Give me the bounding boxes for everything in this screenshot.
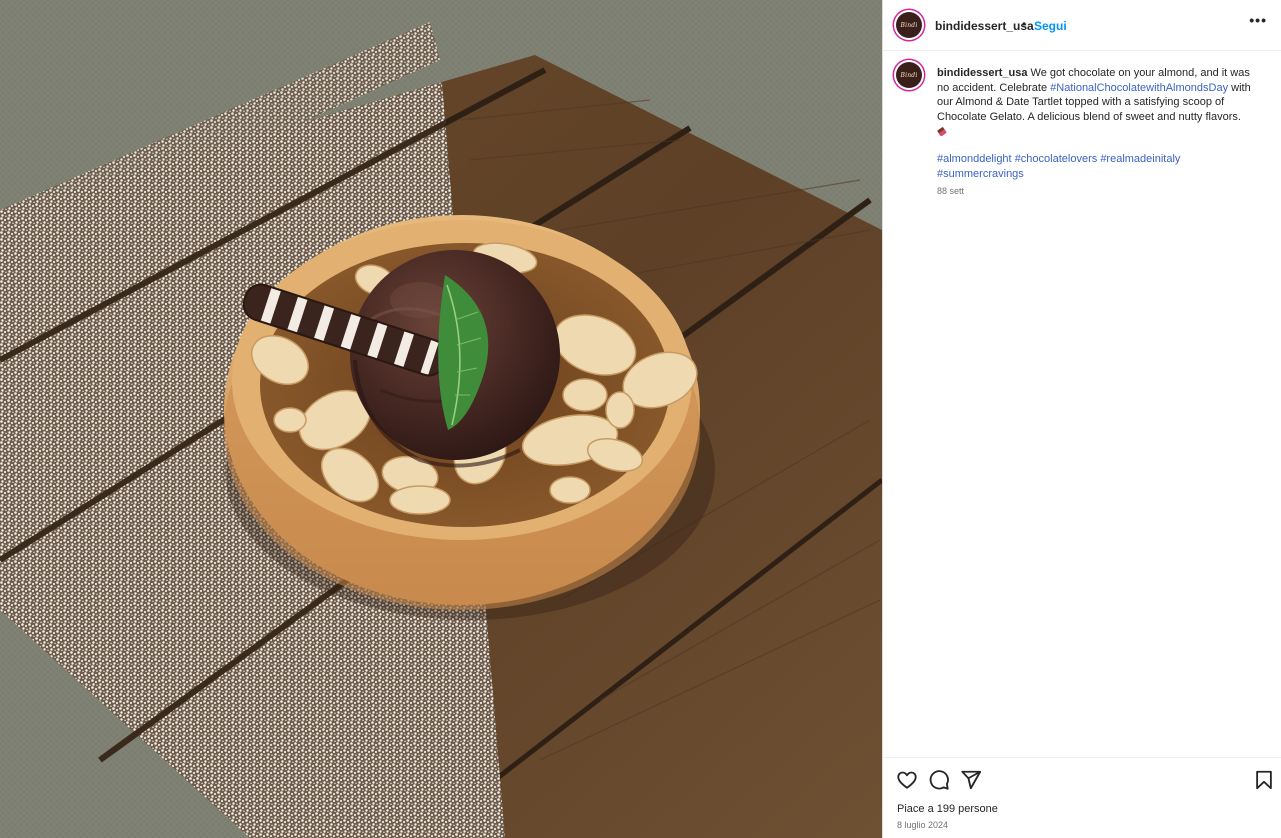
hashtag-link[interactable]: #summercravings: [937, 168, 1024, 180]
hashtag-link[interactable]: #chocolatelovers: [1015, 153, 1098, 165]
brand-logo: Bindi: [900, 21, 918, 29]
chocolate-bar-emoji: [937, 127, 947, 136]
post-side-panel: Bindi bindidessert_usa • Segui ••• Bindi…: [882, 0, 1281, 838]
separator-dot: •: [1022, 17, 1027, 31]
post-photo[interactable]: [0, 0, 882, 838]
heart-icon[interactable]: [896, 769, 918, 791]
more-options-icon[interactable]: •••: [1249, 12, 1267, 28]
caption-timestamp[interactable]: 88 sett: [937, 186, 964, 196]
hashtag-link[interactable]: #almonddelight: [937, 153, 1012, 165]
hashtag-link[interactable]: #NationalChocolatewithAlmondsDay: [1050, 82, 1228, 94]
share-icon[interactable]: [960, 769, 982, 791]
post-header: Bindi bindidessert_usa • Segui •••: [883, 0, 1281, 51]
dessert-photo: [0, 0, 882, 838]
post-caption: bindidessert_usa We got chocolate on you…: [937, 66, 1255, 141]
comment-icon[interactable]: [928, 769, 950, 791]
action-bar: Piace a 199 persone 8 luglio 2024: [883, 757, 1281, 838]
instagram-post: Bindi bindidessert_usa • Segui ••• Bindi…: [0, 0, 1281, 838]
follow-button[interactable]: Segui: [1034, 19, 1067, 33]
post-date[interactable]: 8 luglio 2024: [897, 820, 948, 830]
likes-count[interactable]: Piace a 199 persone: [897, 803, 998, 815]
caption-avatar[interactable]: Bindi: [896, 62, 922, 88]
hashtag-link[interactable]: #realmadeinitaly: [1100, 153, 1180, 165]
caption-username[interactable]: bindidessert_usa: [937, 67, 1027, 79]
header-username[interactable]: bindidessert_usa: [935, 19, 1034, 33]
avatar[interactable]: Bindi: [896, 12, 922, 38]
hashtag-list: #almonddelight #chocolatelovers #realmad…: [937, 152, 1255, 181]
bookmark-icon[interactable]: [1253, 769, 1275, 791]
brand-logo: Bindi: [900, 71, 918, 79]
